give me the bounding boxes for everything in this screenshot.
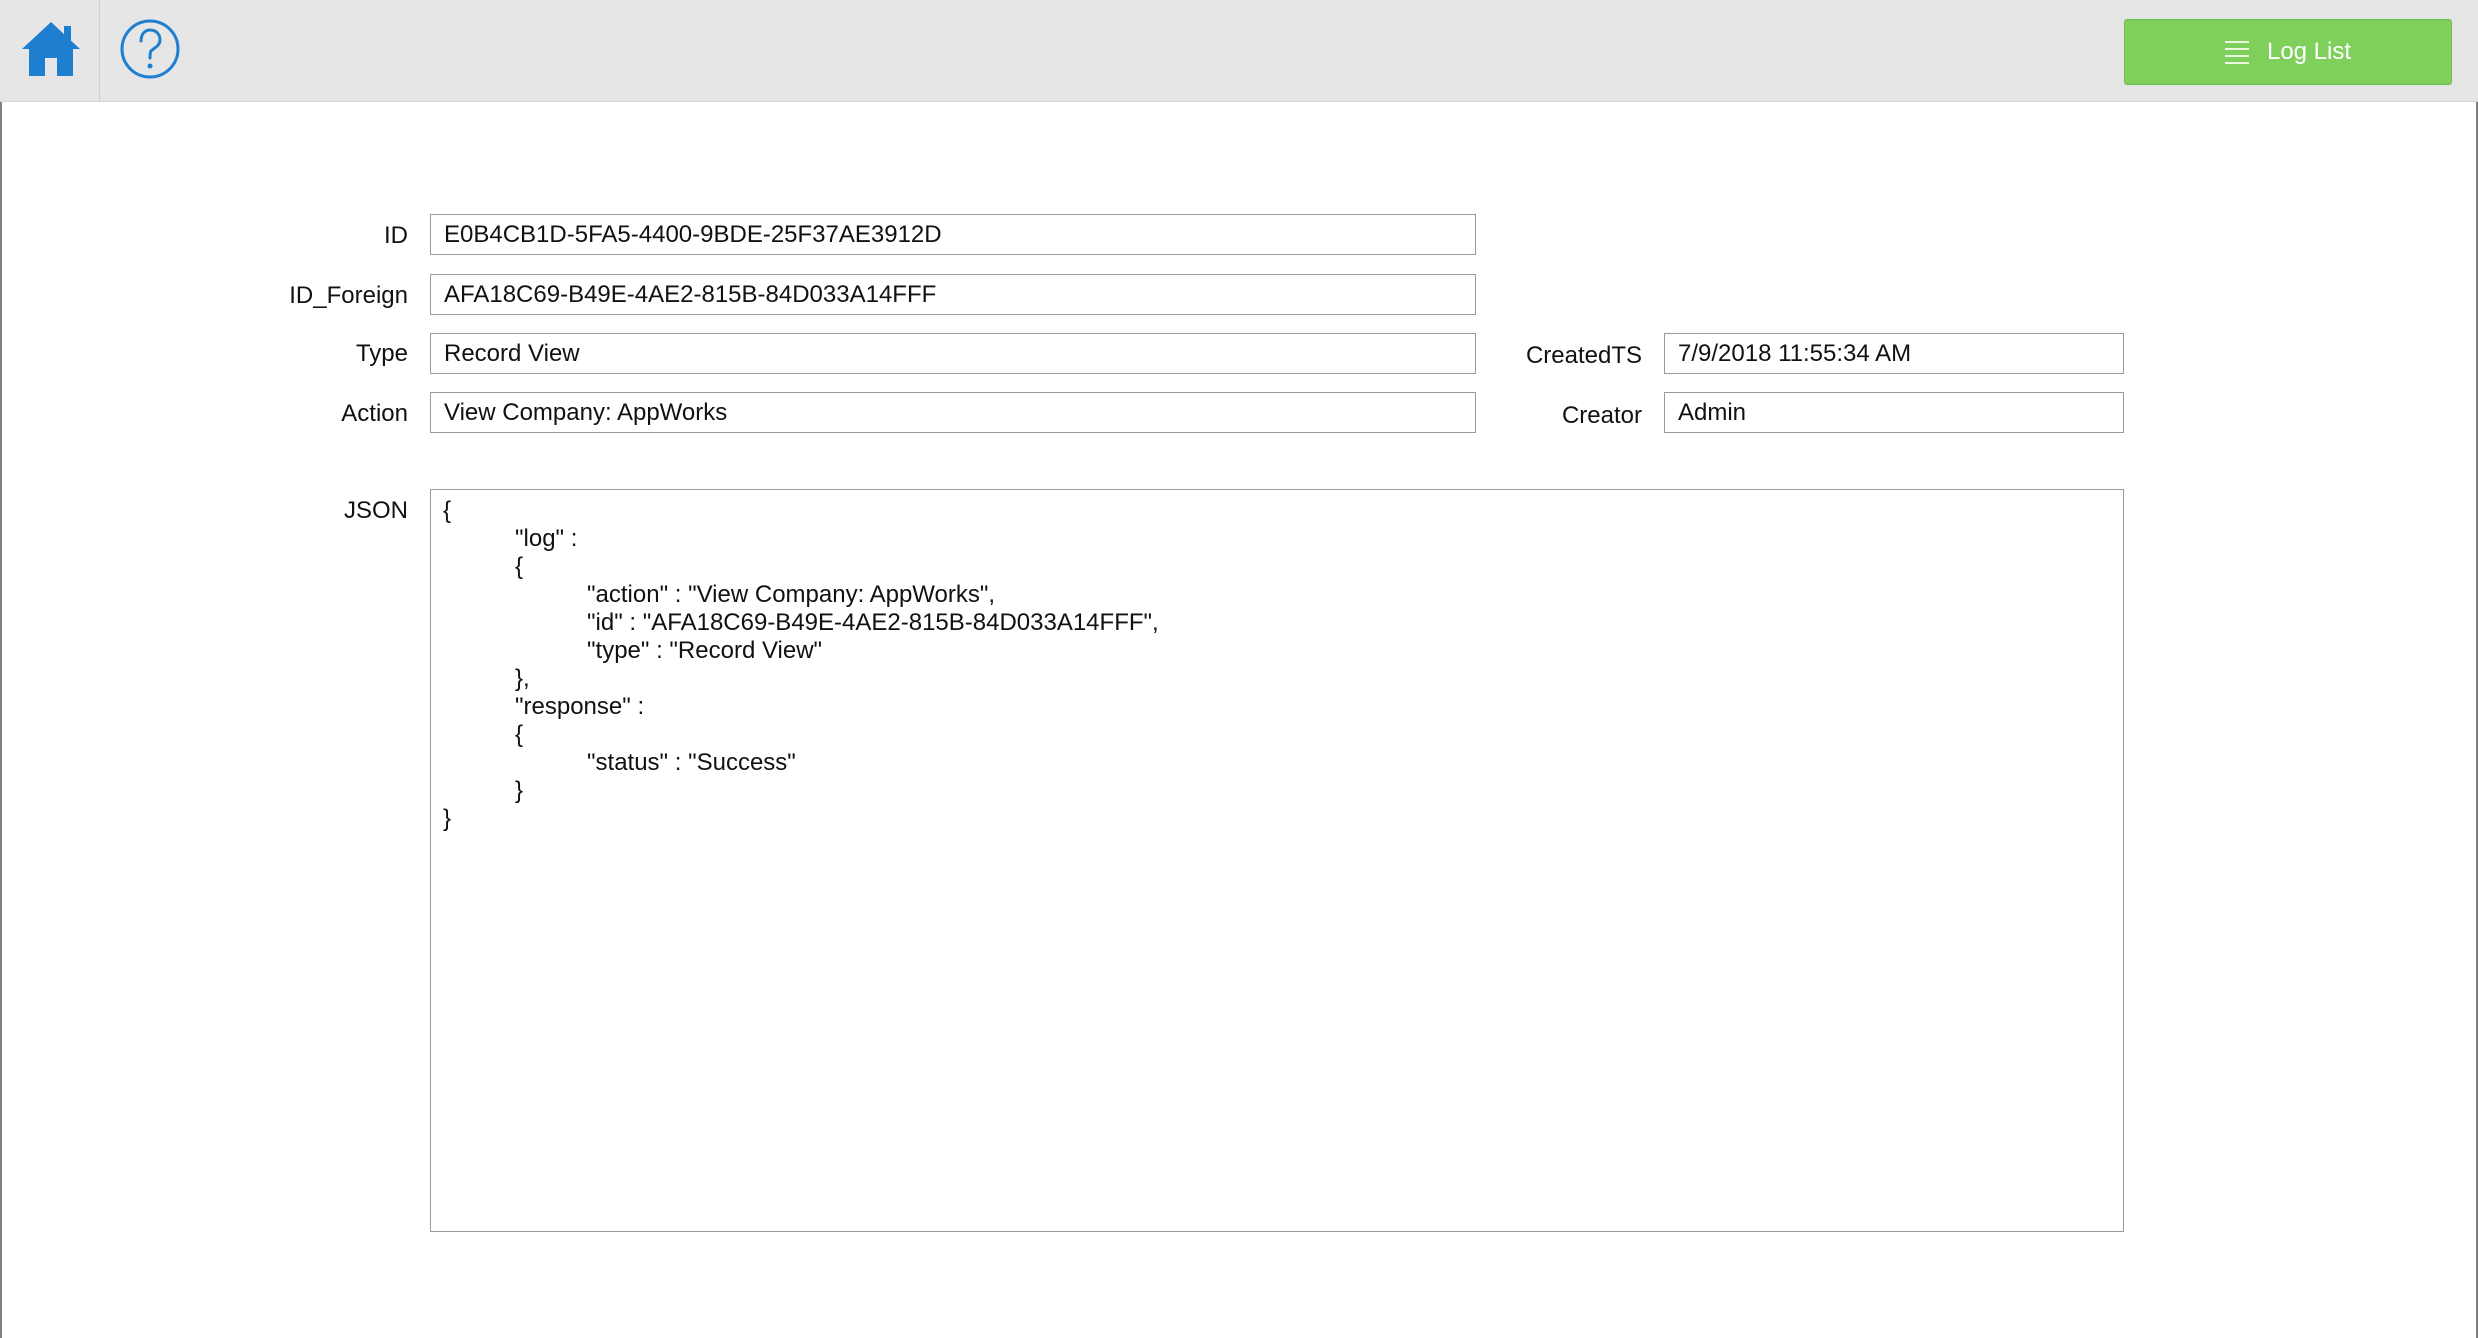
creator-field[interactable]: Admin [1664, 392, 2124, 433]
created-ts-label: CreatedTS [1525, 342, 1642, 369]
json-line: "log" : [515, 525, 578, 552]
json-line: { [515, 721, 524, 748]
list-lines-icon [2224, 40, 2249, 64]
log-list-button[interactable]: Log List [2124, 19, 2452, 85]
id-label: ID [384, 222, 408, 249]
creator-label: Creator [1561, 402, 1642, 429]
id-field[interactable]: E0B4CB1D-5FA5-4400-9BDE-25F37AE3912D [430, 214, 1476, 255]
json-line: { [515, 553, 524, 580]
type-label: Type [355, 340, 408, 367]
json-line: "action" : "View Company: AppWorks", [587, 581, 996, 608]
json-line: "id" : "AFA18C69-B49E-4AE2-815B-84D033A1… [587, 609, 1159, 636]
type-field[interactable]: Record View [430, 333, 1476, 374]
home-button[interactable] [2, 0, 100, 102]
json-line: } [443, 805, 452, 832]
json-line: "response" : [515, 693, 645, 720]
json-line: { [443, 497, 452, 524]
id-foreign-label: ID_Foreign [289, 282, 408, 309]
action-label: Action [341, 400, 408, 427]
json-line: } [515, 777, 524, 804]
json-label: JSON [343, 497, 408, 524]
created-ts-field[interactable]: 7/9/2018 11:55:34 AM [1664, 333, 2124, 374]
id-foreign-field[interactable]: AFA18C69-B49E-4AE2-815B-84D033A14FFF [430, 274, 1476, 315]
toolbar: Log List [0, 0, 2478, 102]
json-line: "type" : "Record View" [587, 637, 823, 664]
help-circle-icon [119, 18, 181, 85]
json-line: "status" : "Success" [587, 749, 796, 776]
action-field[interactable]: View Company: AppWorks [430, 392, 1476, 433]
help-button[interactable] [101, 0, 199, 102]
home-icon [20, 18, 82, 85]
log-list-label: Log List [2266, 38, 2352, 65]
json-line: }, [515, 665, 530, 692]
json-textarea[interactable]: { "log" : { "action" : "View Company: Ap… [430, 489, 2124, 1232]
